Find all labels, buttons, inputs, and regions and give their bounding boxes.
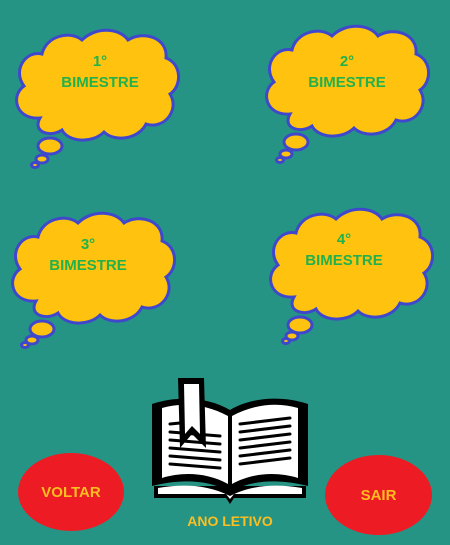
bimester-4-number: 4° bbox=[336, 231, 352, 248]
bimester-2-text: 2° BIMESTRE bbox=[277, 51, 417, 93]
bimester-3-button[interactable]: 3° BIMESTRE bbox=[6, 203, 178, 349]
back-button-label: VOLTAR bbox=[41, 483, 101, 501]
bimester-3-number: 3° bbox=[80, 236, 96, 253]
school-year-label: ANO LETIVO bbox=[187, 513, 273, 529]
open-book-icon[interactable] bbox=[148, 374, 312, 506]
bimester-3-label: BIMESTRE bbox=[49, 257, 127, 274]
bimester-1-label: BIMESTRE bbox=[61, 74, 139, 91]
bimester-1-button[interactable]: 1° BIMESTRE bbox=[10, 20, 182, 169]
exit-button-label: SAIR bbox=[360, 486, 397, 504]
bimester-4-text: 4° BIMESTRE bbox=[274, 229, 414, 271]
thought-cloud-icon bbox=[269, 207, 434, 345]
thought-cloud-icon bbox=[11, 211, 176, 349]
bimester-4-button[interactable]: 4° BIMESTRE bbox=[264, 199, 436, 345]
bimester-2-button[interactable]: 2° BIMESTRE bbox=[260, 16, 432, 164]
bimester-1-text: 1° BIMESTRE bbox=[30, 51, 170, 93]
bimester-1-number: 1° bbox=[92, 53, 108, 70]
exit-button[interactable]: SAIR bbox=[325, 455, 432, 535]
bimester-2-number: 2° bbox=[339, 53, 355, 70]
thought-cloud-icon bbox=[15, 28, 180, 169]
bimester-2-label: BIMESTRE bbox=[308, 74, 386, 91]
back-button[interactable]: VOLTAR bbox=[18, 453, 124, 531]
bimester-4-label: BIMESTRE bbox=[305, 252, 383, 269]
bimester-3-text: 3° BIMESTRE bbox=[18, 234, 158, 276]
